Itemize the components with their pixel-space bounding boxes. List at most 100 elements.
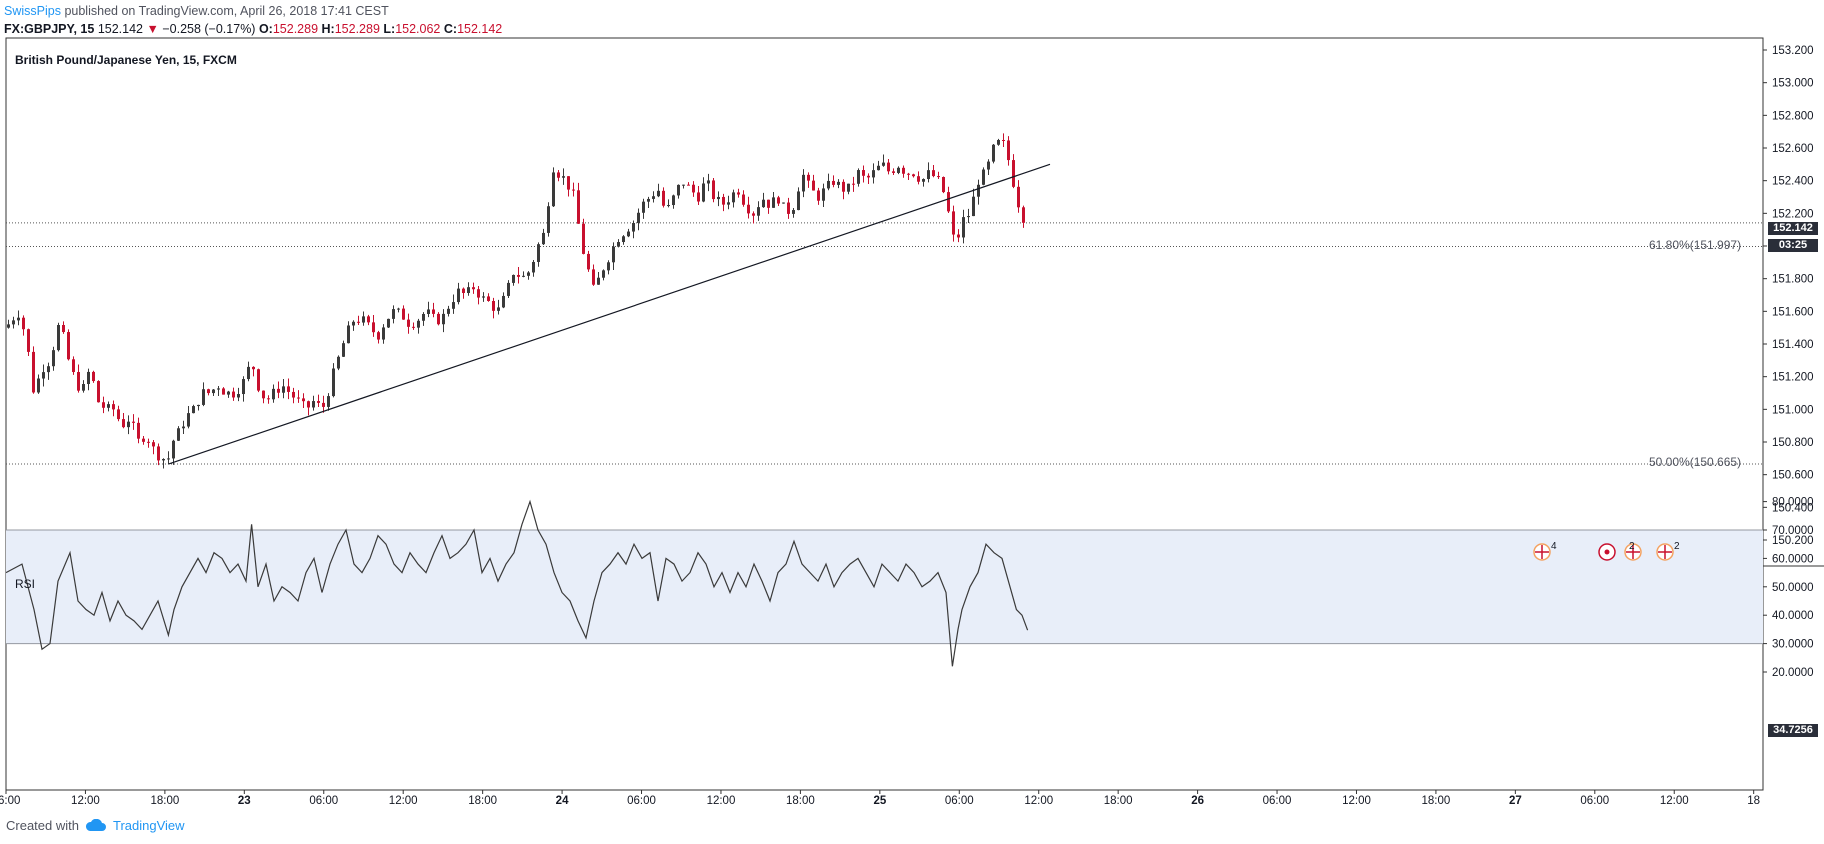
rsi-tick-label: 40.0000 <box>1772 610 1814 622</box>
candle-body <box>437 313 440 325</box>
rsi-pane-title: RSI <box>15 577 36 591</box>
candle-body <box>527 272 530 276</box>
candle-body <box>322 402 325 407</box>
candle-body <box>657 190 660 197</box>
candle-body <box>902 167 905 174</box>
candle-body <box>672 195 675 206</box>
candle-body <box>172 440 175 459</box>
candle-body <box>332 368 335 397</box>
countdown-badge: 03:25 <box>1768 239 1818 252</box>
candle-body <box>327 396 330 407</box>
candle-body <box>167 458 170 460</box>
candle-body <box>597 277 600 285</box>
candle-body <box>552 172 555 207</box>
candle-body <box>837 181 840 185</box>
candle-body <box>312 401 315 408</box>
candle-body <box>277 388 280 393</box>
candle-body <box>717 196 720 200</box>
time-tick-label: 18:00 <box>786 795 815 807</box>
candle-body <box>122 419 125 428</box>
candle-body <box>57 324 60 351</box>
time-tick-label: 06:00 <box>945 795 974 807</box>
candle-body <box>787 202 790 214</box>
time-tick-label: 27 <box>1509 795 1522 807</box>
time-tick-label: 18:00 <box>1422 795 1451 807</box>
tradingview-brand-link[interactable]: TradingView <box>85 818 185 833</box>
candle-body <box>157 446 160 461</box>
candle-body <box>547 206 550 233</box>
candle-body <box>227 391 230 395</box>
candle-body <box>357 321 360 323</box>
candle-body <box>627 231 630 237</box>
candle-body <box>102 402 105 408</box>
candle-body <box>87 371 90 385</box>
candle-body <box>512 274 515 283</box>
candle-body <box>572 189 575 191</box>
candle-body <box>952 211 955 235</box>
candle-body <box>212 389 215 394</box>
candle-body <box>67 332 70 360</box>
candle-body <box>112 404 115 410</box>
candle-body <box>947 192 950 212</box>
event-flag-icon[interactable] <box>1533 543 1551 561</box>
candle-body <box>582 223 585 254</box>
candle-body <box>507 282 510 296</box>
price-tick-label: 152.200 <box>1772 208 1814 220</box>
candle-body <box>1002 139 1005 141</box>
candle-body <box>302 398 305 402</box>
candle-body <box>777 197 780 204</box>
candle-body <box>97 381 100 403</box>
candle-body <box>907 173 910 175</box>
event-count: 2 <box>1674 541 1680 552</box>
candle-body <box>347 325 350 344</box>
candle-body <box>477 289 480 298</box>
candle-body <box>677 184 680 196</box>
candle-body <box>767 199 770 208</box>
candle-body <box>232 391 235 398</box>
candle-body <box>262 390 265 399</box>
candle-body <box>237 394 240 398</box>
chart-canvas[interactable]: 153.200 153.000 152.800 152.600 152.400 152.2… <box>0 0 1824 844</box>
candle-body <box>827 180 830 189</box>
candle-body <box>367 316 370 323</box>
candle-body <box>782 202 785 204</box>
candle-body <box>127 421 130 428</box>
candle-body <box>602 270 605 278</box>
candle-body <box>192 406 195 414</box>
candle-body <box>972 196 975 217</box>
fib-618-label: 61.80%(151.997) <box>1649 238 1742 252</box>
candle-body <box>392 309 395 319</box>
candle-body <box>62 324 65 333</box>
event-flag-icon[interactable] <box>1656 543 1674 561</box>
candle-body <box>617 242 620 247</box>
candle-body <box>987 161 990 170</box>
candle-body <box>647 198 650 202</box>
candle-body <box>452 302 455 309</box>
candle-body <box>32 351 35 393</box>
candle-body <box>812 180 815 191</box>
candle-body <box>152 442 155 447</box>
candle-body <box>967 216 970 218</box>
rsi-tick-label: 20.0000 <box>1772 667 1814 679</box>
candle-body <box>867 175 870 178</box>
candle-body <box>687 184 690 186</box>
candle-body <box>282 386 285 393</box>
candle-body <box>52 350 55 367</box>
time-tick-label: 12:00 <box>1342 795 1371 807</box>
candle-body <box>252 366 255 370</box>
candle-body <box>177 428 180 441</box>
candle-body <box>562 176 565 178</box>
candle-body <box>577 190 580 224</box>
candle-body <box>757 207 760 216</box>
candle-body <box>42 372 45 379</box>
candle-body <box>662 190 665 206</box>
event-flag-icon[interactable] <box>1598 543 1616 561</box>
rsi-tick-label: 50.0000 <box>1772 582 1814 594</box>
main-pane-title: British Pound/Japanese Yen, 15, FXCM <box>15 53 237 67</box>
footer: Created with TradingView <box>6 818 185 833</box>
candle-body <box>632 223 635 232</box>
candle-body <box>187 413 190 427</box>
candle-body <box>982 169 985 185</box>
candle-body <box>897 167 900 173</box>
price-tick-label: 151.400 <box>1772 339 1814 351</box>
